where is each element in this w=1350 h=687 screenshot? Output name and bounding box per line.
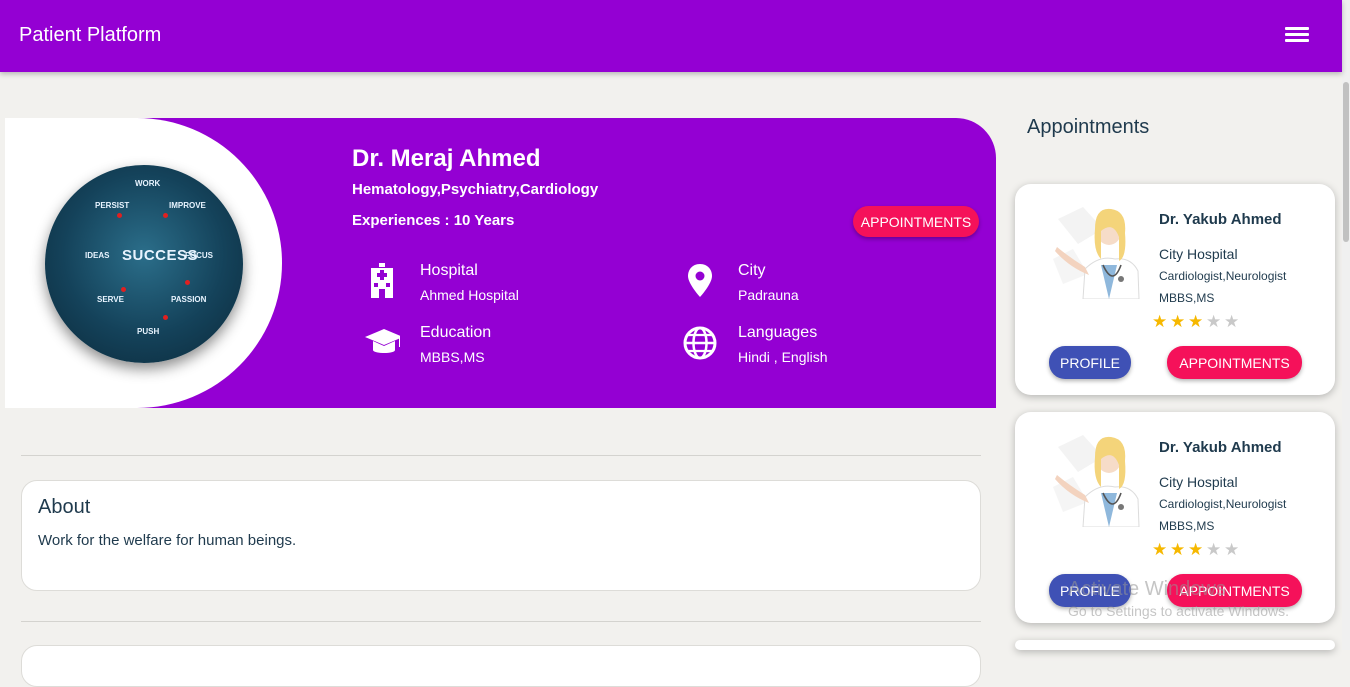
appointment-degree: MBBS,MS (1159, 519, 1215, 533)
star-icon: ★ (1188, 312, 1204, 331)
education-value: MBBS,MS (420, 349, 485, 365)
star-icon: ★ (1152, 540, 1168, 559)
languages-info: Languages Hindi , English (682, 324, 942, 368)
doctor-avatar (1053, 435, 1140, 527)
photo-word: FOCUS (185, 251, 213, 260)
languages-value: Hindi , English (738, 349, 828, 365)
appointment-doctor-name: Dr. Yakub Ahmed (1159, 211, 1282, 228)
star-rating: ★ ★ ★ ★ ★ (1152, 312, 1242, 332)
star-icon: ★ (1224, 312, 1240, 331)
star-icon: ★ (1224, 540, 1240, 559)
scrollbar-thumb[interactable] (1343, 82, 1349, 242)
photo-word: IMPROVE (169, 201, 206, 210)
education-info: Education MBBS,MS (364, 324, 624, 368)
about-card: About Work for the welfare for human bei… (21, 480, 981, 591)
appointments-button[interactable]: APPOINTMENTS (1167, 346, 1302, 379)
star-icon: ★ (1170, 312, 1186, 331)
photo-dot (163, 213, 168, 218)
star-icon: ★ (1188, 540, 1204, 559)
page-scrollbar[interactable] (1342, 0, 1350, 650)
hospital-building-icon (371, 263, 393, 298)
appointment-card: Dr. Yakub Ahmed City Hospital Cardiologi… (1015, 184, 1335, 395)
city-info: City Padrauna (682, 262, 942, 306)
map-pin-icon (688, 264, 712, 297)
activation-watermark-text: Go to Settings to activate Windows. (1068, 603, 1289, 619)
photo-dot (163, 315, 168, 320)
star-icon: ★ (1206, 312, 1222, 331)
photo-word: WORK (135, 179, 161, 188)
star-icon: ★ (1170, 540, 1186, 559)
appointment-specialty: Cardiologist,Neurologist (1159, 269, 1287, 283)
doctor-main-column: WORK IMPROVE PERSIST SUCCESS IDEAS FOCUS… (5, 118, 997, 687)
appointment-doctor-name: Dr. Yakub Ahmed (1159, 439, 1282, 456)
brand-title[interactable]: Patient Platform (19, 24, 161, 47)
globe-icon (683, 326, 717, 360)
appointment-card (1015, 640, 1335, 650)
education-label: Education (420, 324, 492, 341)
graduation-cap-icon (365, 329, 400, 353)
doctor-avatar (1053, 207, 1140, 299)
book-appointment-button[interactable]: APPOINTMENTS (853, 206, 979, 237)
about-title: About (38, 496, 91, 518)
appointment-hospital: City Hospital (1159, 246, 1238, 262)
star-icon: ★ (1152, 312, 1168, 331)
hospital-label: Hospital (420, 262, 478, 279)
about-text: Work for the welfare for human beings. (38, 532, 297, 549)
next-section-card (21, 645, 981, 687)
photo-word: PERSIST (95, 201, 130, 210)
photo-dot (117, 213, 122, 218)
doctor-profile-card: WORK IMPROVE PERSIST SUCCESS IDEAS FOCUS… (5, 118, 996, 408)
divider (21, 621, 981, 622)
divider (21, 455, 981, 456)
appointments-title: Appointments (1027, 116, 1150, 138)
activation-watermark-title: Activate Windows (1068, 578, 1226, 600)
hospital-info: Hospital Ahmed Hospital (364, 262, 624, 306)
photo-dot (121, 287, 126, 292)
doctor-specialties: Hematology,Psychiatry,Cardiology (352, 181, 599, 198)
star-icon: ★ (1206, 540, 1222, 559)
doctor-name: Dr. Meraj Ahmed (352, 145, 541, 172)
photo-word: SERVE (97, 295, 124, 304)
hamburger-menu-icon[interactable] (1283, 24, 1311, 48)
photo-word: IDEAS (85, 251, 110, 260)
top-navbar: Patient Platform (0, 0, 1342, 72)
photo-dot (185, 280, 190, 285)
appointment-degree: MBBS,MS (1159, 291, 1215, 305)
city-label: City (738, 262, 766, 279)
languages-label: Languages (738, 324, 818, 341)
photo-word: PUSH (137, 327, 160, 336)
star-rating: ★ ★ ★ ★ ★ (1152, 540, 1242, 560)
appointment-specialty: Cardiologist,Neurologist (1159, 497, 1287, 511)
profile-button[interactable]: PROFILE (1049, 346, 1131, 379)
city-value: Padrauna (738, 287, 799, 303)
hospital-value: Ahmed Hospital (420, 287, 519, 303)
appointment-hospital: City Hospital (1159, 474, 1238, 490)
doctor-photo: WORK IMPROVE PERSIST SUCCESS IDEAS FOCUS… (45, 165, 243, 363)
photo-word: PASSION (171, 295, 207, 304)
doctor-experience: Experiences : 10 Years (352, 212, 515, 229)
